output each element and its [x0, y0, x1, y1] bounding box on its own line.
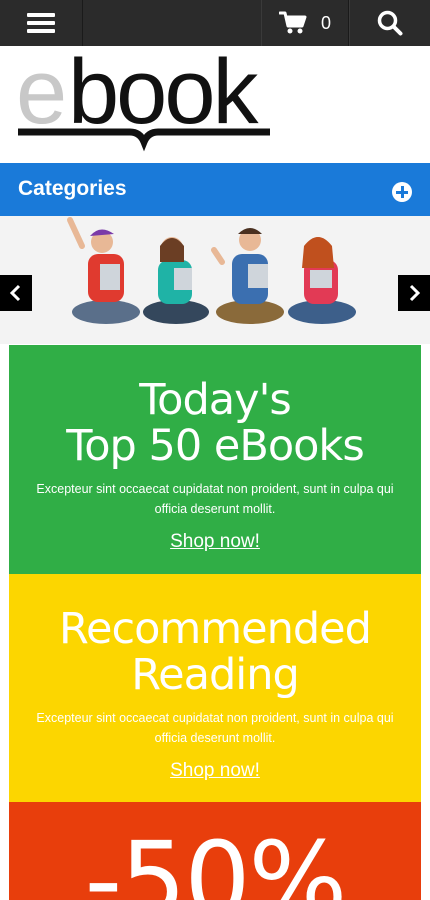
search-button[interactable]	[349, 0, 430, 46]
promo-title-line2: Reading	[131, 650, 300, 700]
logo-area: e book	[0, 41, 430, 163]
promo-title: Today's Top 50 eBooks	[9, 345, 421, 469]
promo-title-line1: Today's	[139, 375, 292, 425]
promo-title: Recommended Reading	[9, 574, 421, 698]
shop-now-link[interactable]: Shop now!	[170, 531, 260, 553]
promo-discount: -50%	[9, 802, 421, 900]
hamburger-menu-icon	[27, 9, 55, 37]
discount-percentage: -50%	[84, 819, 348, 900]
shopping-cart-icon	[278, 11, 307, 34]
plus-circle-icon[interactable]	[392, 182, 412, 202]
image-slider	[0, 216, 430, 344]
promo-description: Excepteur sint occaecat cupidatat non pr…	[36, 711, 394, 745]
search-icon	[377, 10, 403, 36]
promo-top-50-ebooks: Today's Top 50 eBooks Excepteur sint occ…	[9, 345, 421, 574]
chevron-right-icon	[409, 284, 421, 302]
categories-label: Categories	[18, 177, 127, 200]
slider-photo	[67, 217, 356, 324]
cart-button[interactable]: 0	[261, 0, 349, 46]
ebook-logo[interactable]: e book	[16, 41, 276, 156]
slider-next-button[interactable]	[398, 275, 430, 311]
categories-bar[interactable]: Categories	[0, 163, 430, 216]
promo-description: Excepteur sint occaecat cupidatat non pr…	[36, 482, 394, 516]
chevron-left-icon	[9, 284, 21, 302]
promo-recommended-reading: Recommended Reading Excepteur sint occae…	[9, 574, 421, 802]
slider-prev-button[interactable]	[0, 275, 32, 311]
cart-count: 0	[320, 12, 331, 33]
open-book-underline-icon	[18, 128, 270, 152]
promo-title-line1: Recommended	[59, 604, 372, 654]
shop-now-link[interactable]: Shop now!	[170, 760, 260, 782]
promo-title-line2: Top 50 eBooks	[66, 421, 365, 471]
